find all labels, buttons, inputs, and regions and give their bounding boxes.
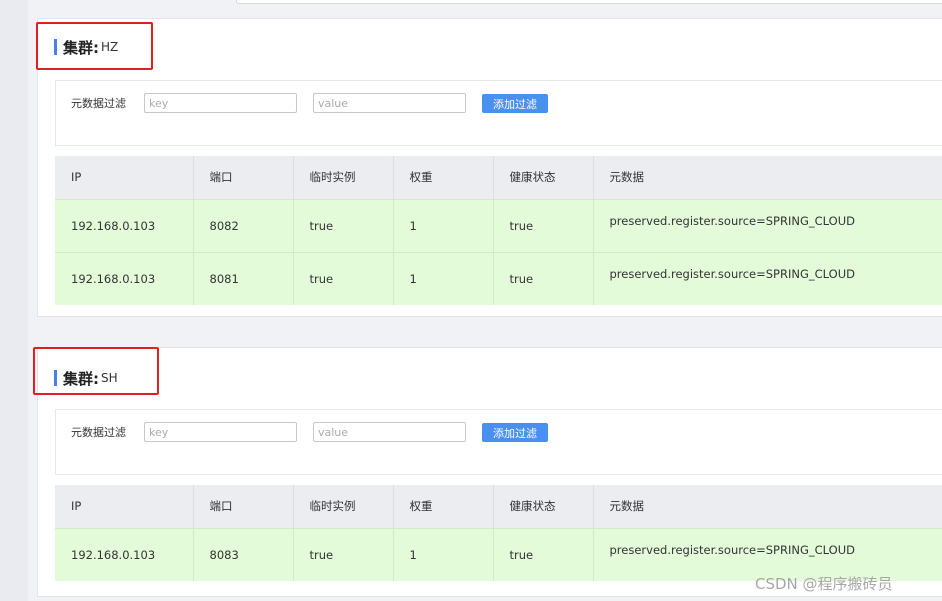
instance-table: IP 端口 临时实例 权重 健康状态 元数据 192.168.0.103 808… xyxy=(55,485,942,581)
column-header: 临时实例 xyxy=(293,485,394,528)
filter-label: 元数据过滤 xyxy=(71,97,126,110)
column-header: 元数据 xyxy=(593,485,942,528)
cell-port: 8082 xyxy=(193,198,294,252)
highlight-box-sh xyxy=(33,347,159,395)
column-header: 健康状态 xyxy=(493,485,594,528)
cell-ephemeral: true xyxy=(293,251,394,305)
filter-value-input[interactable] xyxy=(313,93,466,113)
instance-table: IP 端口 临时实例 权重 健康状态 元数据 192.168.0.103 808… xyxy=(55,156,942,305)
highlight-box-hz xyxy=(36,22,153,70)
filter-value-input[interactable] xyxy=(313,422,466,442)
cell-ephemeral: true xyxy=(293,527,394,581)
column-header: 元数据 xyxy=(593,156,942,199)
cell-weight: 1 xyxy=(393,251,494,305)
column-header: 端口 xyxy=(193,156,294,199)
table-header-row: IP 端口 临时实例 权重 健康状态 元数据 xyxy=(55,485,942,528)
cell-ephemeral: true xyxy=(293,198,394,252)
cell-ip: 192.168.0.103 xyxy=(55,527,194,581)
cluster-card-hz: 集群: HZ 元数据过滤 添加过滤 IP 端口 临时实例 权重 健康状态 元数据 xyxy=(37,18,942,317)
cell-healthy: true xyxy=(493,251,594,305)
left-gutter xyxy=(0,0,28,601)
cell-ip: 192.168.0.103 xyxy=(55,251,194,305)
column-header: 健康状态 xyxy=(493,156,594,199)
table-row: 192.168.0.103 8082 true 1 true preserved… xyxy=(55,198,942,252)
cell-healthy: true xyxy=(493,527,594,581)
column-header: IP xyxy=(55,156,194,199)
table-header-row: IP 端口 临时实例 权重 健康状态 元数据 xyxy=(55,156,942,199)
cell-port: 8083 xyxy=(193,527,294,581)
cell-healthy: true xyxy=(493,198,594,252)
metadata-filter: 元数据过滤 添加过滤 xyxy=(55,80,942,146)
add-filter-button[interactable]: 添加过滤 xyxy=(482,423,548,442)
cell-weight: 1 xyxy=(393,527,494,581)
table-row: 192.168.0.103 8081 true 1 true preserved… xyxy=(55,251,942,305)
column-header: 端口 xyxy=(193,485,294,528)
cell-metadata: preserved.register.source=SPRING_CLOUD xyxy=(593,198,942,252)
column-header: 临时实例 xyxy=(293,156,394,199)
filter-key-input[interactable] xyxy=(144,422,297,442)
filter-key-input[interactable] xyxy=(144,93,297,113)
column-header: IP xyxy=(55,485,194,528)
column-header: 权重 xyxy=(393,485,494,528)
add-filter-button[interactable]: 添加过滤 xyxy=(482,94,548,113)
metadata-filter: 元数据过滤 添加过滤 xyxy=(55,409,942,475)
watermark: CSDN @程序搬砖员 xyxy=(755,575,893,593)
cell-ip: 192.168.0.103 xyxy=(55,198,194,252)
top-input-edge xyxy=(236,0,942,4)
cell-port: 8081 xyxy=(193,251,294,305)
cluster-card-sh: 集群: SH 元数据过滤 添加过滤 IP 端口 临时实例 权重 健康状态 元数据 xyxy=(37,347,942,597)
filter-label: 元数据过滤 xyxy=(71,426,126,439)
cell-metadata: preserved.register.source=SPRING_CLOUD xyxy=(593,251,942,305)
column-header: 权重 xyxy=(393,156,494,199)
page: 集群: HZ 元数据过滤 添加过滤 IP 端口 临时实例 权重 健康状态 元数据 xyxy=(0,0,942,601)
cell-weight: 1 xyxy=(393,198,494,252)
